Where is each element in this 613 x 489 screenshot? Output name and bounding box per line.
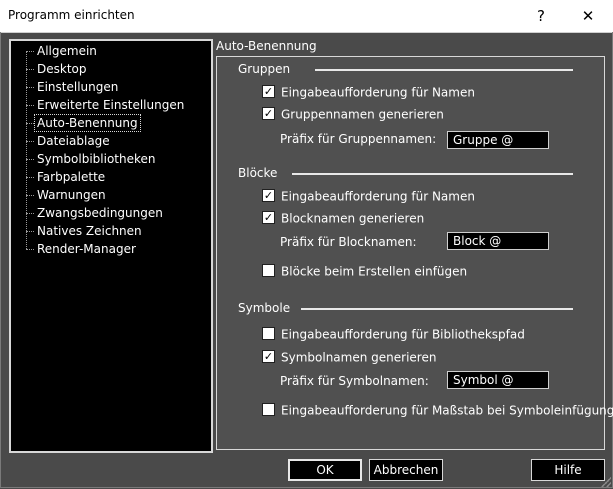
symbole-prompt-scale-checkbox[interactable] bbox=[262, 403, 275, 416]
panel-title: Auto-Benennung bbox=[216, 39, 317, 53]
tree-connector bbox=[26, 87, 34, 88]
title-bar: Programm einrichten ? ✕ bbox=[0, 0, 613, 33]
sidebar-item-warnungen[interactable]: Warnungen bbox=[35, 187, 108, 203]
sidebar-item-farbpalette[interactable]: Farbpalette bbox=[35, 169, 107, 185]
tree-connector bbox=[26, 123, 34, 124]
tree-connector bbox=[26, 51, 34, 52]
symbole-generate-checkbox-row[interactable]: ✓ Symbolnamen generieren bbox=[262, 349, 436, 365]
group-label-bloecke: Blöcke bbox=[238, 166, 278, 180]
sidebar-item-auto-benennung[interactable]: Auto-Benennung bbox=[34, 114, 141, 132]
sidebar-item-erweiterte-einstellungen[interactable]: Erweiterte Einstellungen bbox=[35, 97, 186, 113]
help-icon[interactable]: ? bbox=[518, 0, 564, 32]
gruppen-generate-label: Gruppennamen generieren bbox=[281, 107, 444, 122]
tree-connector bbox=[26, 105, 34, 106]
ok-button[interactable]: OK bbox=[288, 459, 362, 481]
tree-connector bbox=[26, 195, 34, 196]
tree-connector bbox=[26, 159, 34, 160]
bloecke-insert-checkbox-row[interactable]: Blöcke beim Erstellen einfügen bbox=[262, 263, 467, 279]
gruppen-prompt-checkbox-row[interactable]: ✓ Eingabeaufforderung für Namen bbox=[262, 84, 475, 100]
sidebar-item-zwangsbedingungen[interactable]: Zwangsbedingungen bbox=[35, 205, 165, 221]
sidebar-item-natives-zeichnen[interactable]: Natives Zeichnen bbox=[35, 223, 144, 239]
bloecke-insert-label: Blöcke beim Erstellen einfügen bbox=[281, 264, 468, 279]
sidebar-item-desktop[interactable]: Desktop bbox=[35, 61, 89, 77]
symbole-generate-label: Symbolnamen generieren bbox=[281, 350, 437, 365]
symbole-prompt-lib-label: Eingabeaufforderung für Bibliothekspfad bbox=[281, 327, 525, 342]
symbole-generate-checkbox[interactable]: ✓ bbox=[262, 350, 275, 363]
tree-connector bbox=[26, 231, 34, 232]
symbole-prefix-label: Präfix für Symbolnamen: bbox=[280, 374, 429, 388]
gruppen-generate-checkbox[interactable]: ✓ bbox=[262, 107, 275, 120]
group-label-symbole: Symbole bbox=[238, 301, 291, 315]
gruppen-prompt-label: Eingabeaufforderung für Namen bbox=[281, 85, 475, 100]
resize-grip-icon[interactable] bbox=[601, 477, 611, 487]
symbole-prefix-input[interactable]: Symbol @ bbox=[447, 371, 549, 389]
tree-connector bbox=[26, 177, 34, 178]
tree-connector bbox=[26, 141, 34, 142]
cancel-button[interactable]: Abbrechen bbox=[369, 459, 443, 481]
category-tree[interactable]: Allgemein Desktop Einstellungen Erweiter… bbox=[9, 39, 213, 453]
symbole-prompt-lib-checkbox-row[interactable]: Eingabeaufforderung für Bibliothekspfad bbox=[262, 326, 525, 342]
tree-connector bbox=[26, 249, 34, 250]
sidebar-item-render-manager[interactable]: Render-Manager bbox=[35, 241, 138, 257]
group-divider bbox=[301, 308, 573, 310]
bloecke-prompt-label: Eingabeaufforderung für Namen bbox=[281, 189, 475, 204]
symbole-prompt-scale-label: Eingabeaufforderung für Maßstab bei Symb… bbox=[281, 403, 613, 418]
help-button[interactable]: Hilfe bbox=[531, 459, 605, 481]
tree-connector-line bbox=[26, 52, 27, 249]
sidebar-item-symbolbibliotheken[interactable]: Symbolbibliotheken bbox=[35, 151, 157, 167]
bloecke-generate-checkbox-row[interactable]: ✓ Blocknamen generieren bbox=[262, 210, 424, 226]
window-title: Programm einrichten bbox=[8, 8, 135, 22]
bloecke-generate-label: Blocknamen generieren bbox=[281, 211, 425, 226]
sidebar-item-dateiablage[interactable]: Dateiablage bbox=[35, 133, 112, 149]
bloecke-prompt-checkbox-row[interactable]: ✓ Eingabeaufforderung für Namen bbox=[262, 188, 475, 204]
group-divider bbox=[292, 173, 573, 175]
bloecke-prompt-checkbox[interactable]: ✓ bbox=[262, 189, 275, 202]
gruppen-prompt-checkbox[interactable]: ✓ bbox=[262, 85, 275, 98]
gruppen-generate-checkbox-row[interactable]: ✓ Gruppennamen generieren bbox=[262, 106, 444, 122]
settings-panel: Gruppen ✓ Eingabeaufforderung für Namen ✓… bbox=[216, 56, 613, 450]
gruppen-prefix-input[interactable]: Gruppe @ bbox=[447, 131, 549, 149]
bloecke-prefix-label: Präfix für Blocknamen: bbox=[280, 235, 417, 249]
bloecke-generate-checkbox[interactable]: ✓ bbox=[262, 211, 275, 224]
tree-connector bbox=[26, 213, 34, 214]
symbole-prompt-scale-checkbox-row[interactable]: Eingabeaufforderung für Maßstab bei Symb… bbox=[262, 402, 613, 418]
sidebar-item-einstellungen[interactable]: Einstellungen bbox=[35, 79, 120, 95]
group-divider bbox=[315, 69, 573, 71]
symbole-prompt-lib-checkbox[interactable] bbox=[262, 327, 275, 340]
gruppen-prefix-label: Präfix für Gruppennamen: bbox=[280, 132, 437, 146]
bloecke-prefix-input[interactable]: Block @ bbox=[447, 232, 549, 250]
tree-connector bbox=[26, 69, 34, 70]
sidebar-item-allgemein[interactable]: Allgemein bbox=[35, 43, 99, 59]
group-label-gruppen: Gruppen bbox=[238, 62, 291, 76]
bloecke-insert-checkbox[interactable] bbox=[262, 264, 275, 277]
close-icon[interactable]: ✕ bbox=[565, 0, 611, 32]
